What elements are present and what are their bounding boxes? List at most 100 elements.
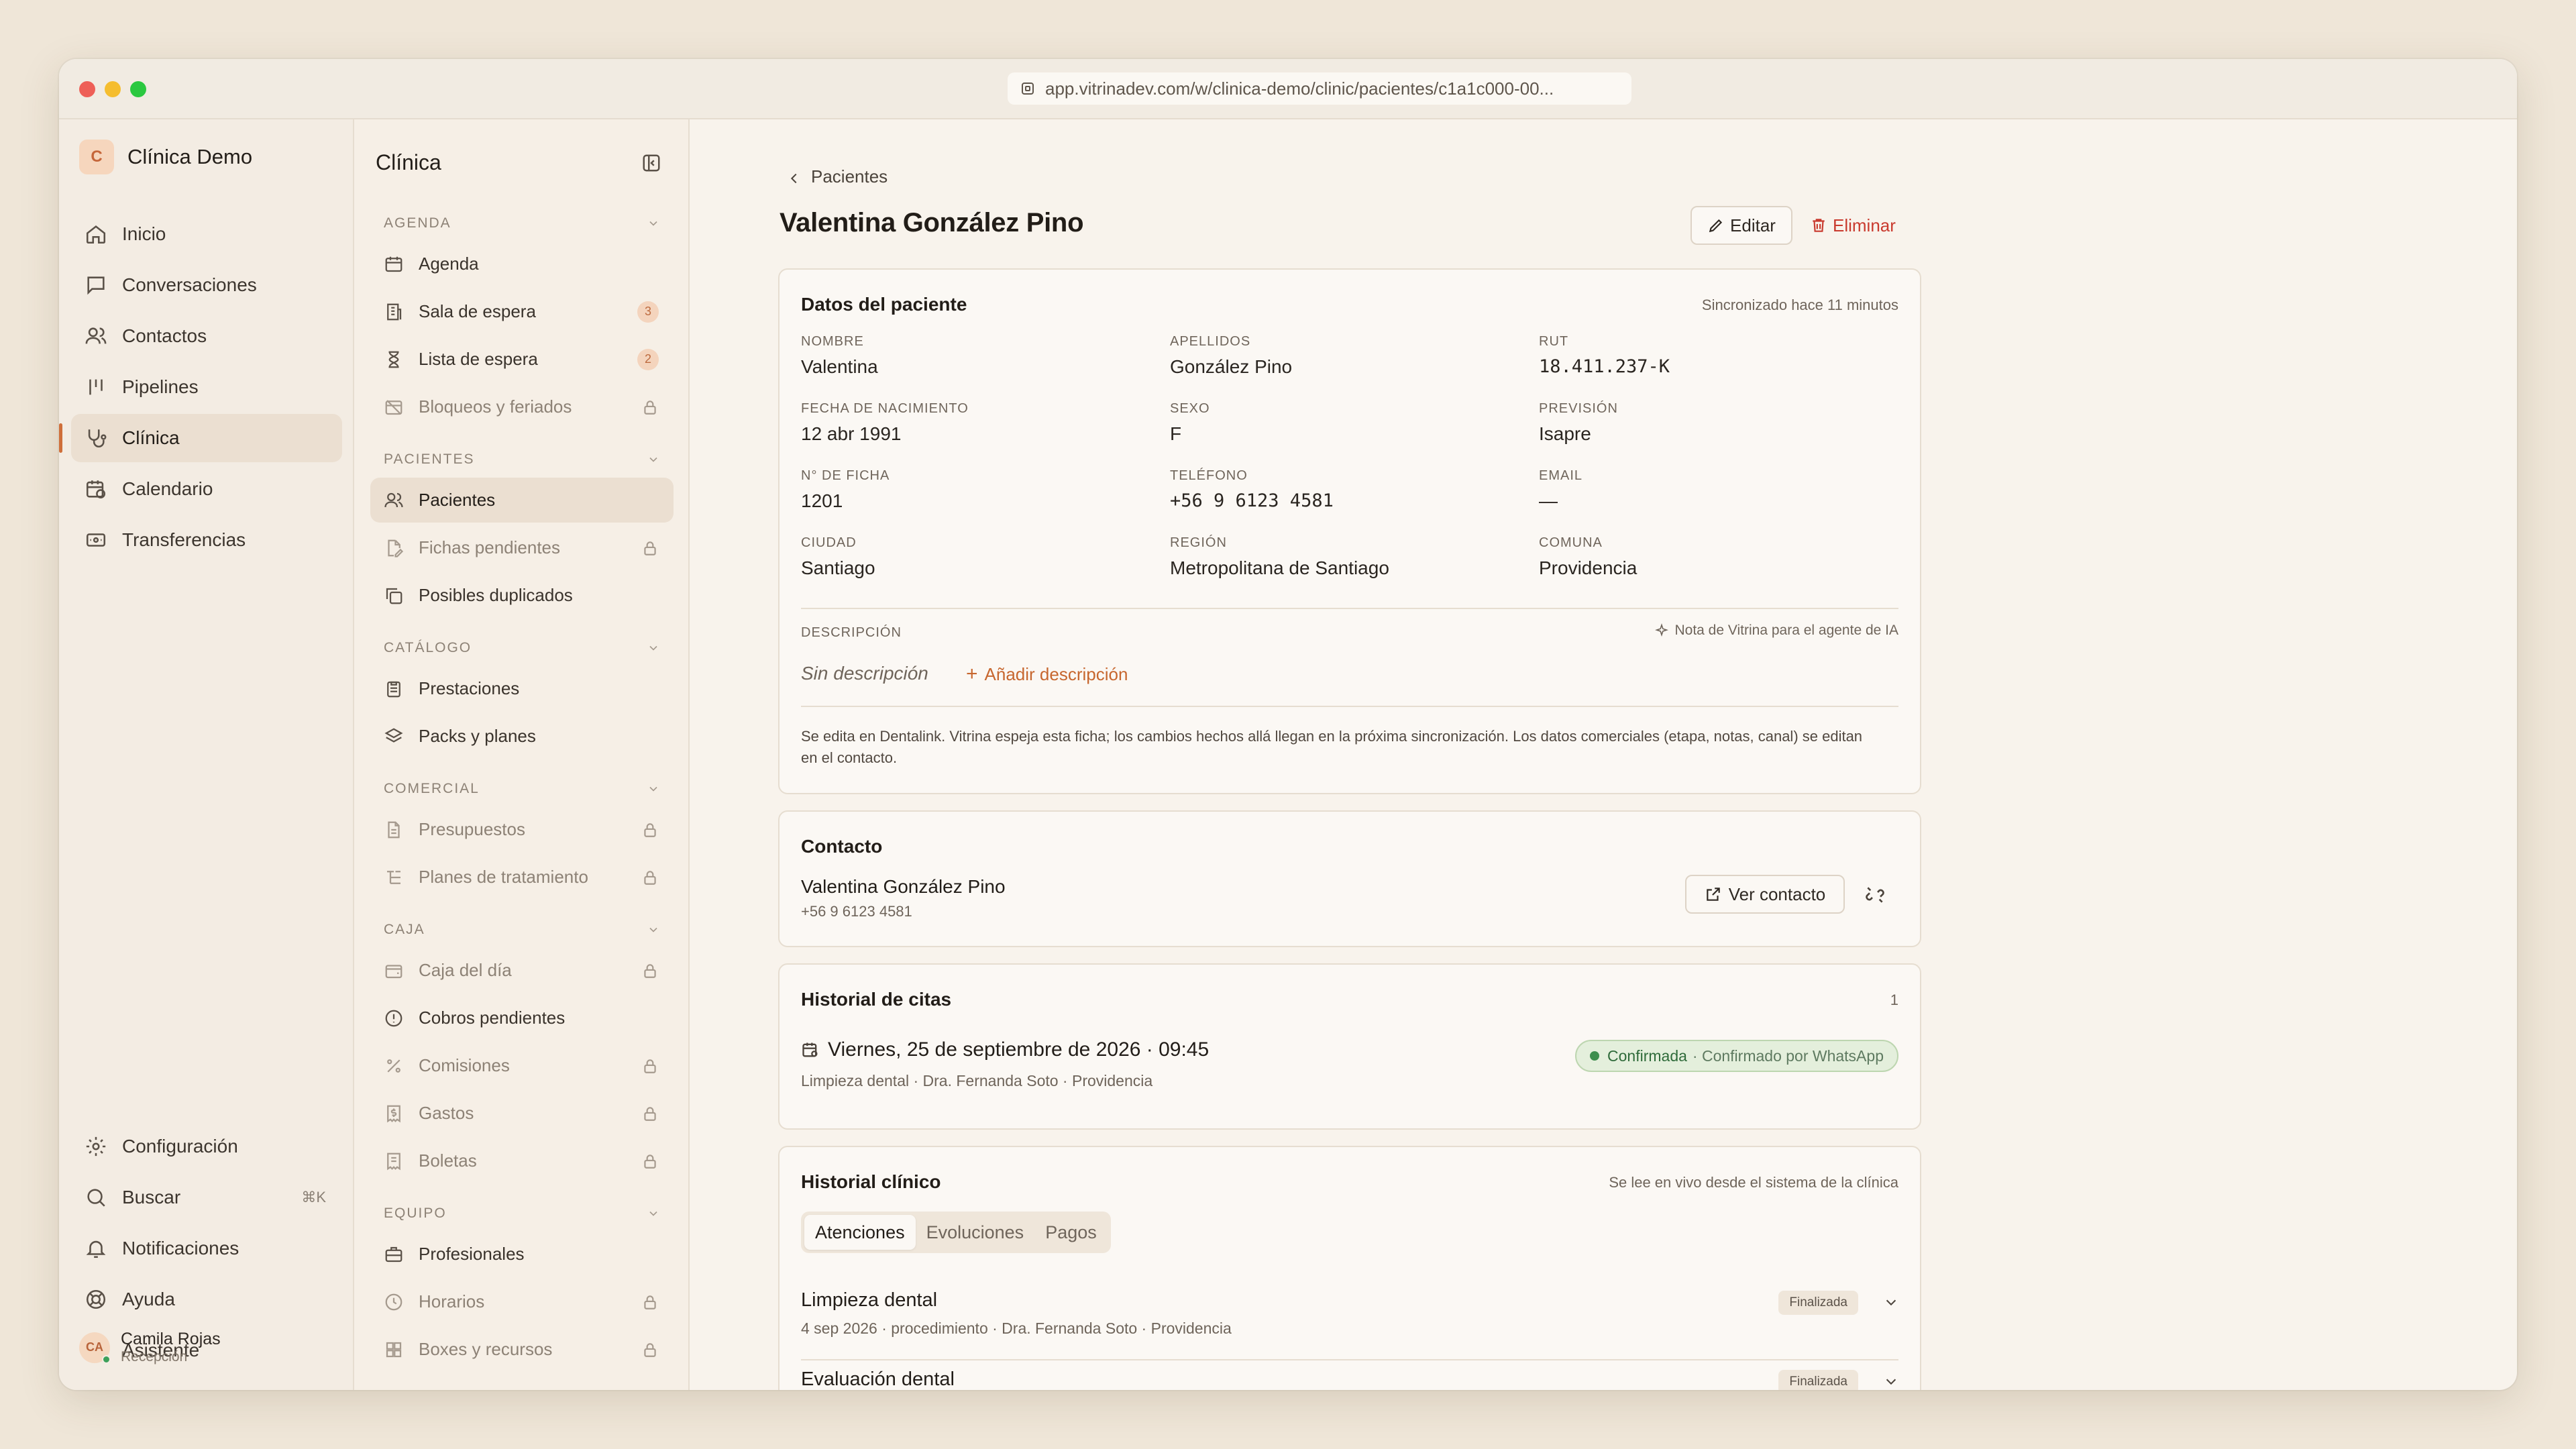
chevron-down-icon[interactable]: [1884, 1374, 1898, 1389]
section-header-catálogo[interactable]: CATÁLOGO: [370, 630, 674, 666]
nav-item-calendario[interactable]: Calendario: [71, 465, 342, 513]
breadcrumb[interactable]: Pacientes: [787, 166, 888, 187]
chevron-down-icon: [647, 1207, 660, 1220]
section-header-comercial[interactable]: COMERCIAL: [370, 771, 674, 807]
building-icon: [384, 302, 404, 322]
field-value: 18.411.237-K: [1539, 356, 1670, 377]
sidebar-item[interactable]: Planes de tratamiento: [370, 855, 674, 900]
sidebar-item[interactable]: Presupuestos: [370, 807, 674, 852]
document-icon: [384, 820, 404, 840]
history-item[interactable]: Evaluación dental Finalizada: [801, 1368, 1898, 1390]
sidebar-item-label: Horarios: [419, 1291, 485, 1311]
sidebar-item-label: Lista de espera: [419, 349, 538, 369]
section-label: EQUIPO: [384, 1205, 447, 1221]
nav-item-notificaciones[interactable]: Notificaciones: [71, 1224, 342, 1273]
chat-icon: [85, 274, 107, 297]
bell-icon: [85, 1237, 107, 1260]
section-header-pacientes[interactable]: PACIENTES: [370, 441, 674, 478]
sidebar-item[interactable]: Lista de espera 2: [370, 337, 674, 382]
sidebar-item[interactable]: Gastos: [370, 1091, 674, 1136]
sidebar-item[interactable]: Agenda: [370, 241, 674, 286]
view-contact-button[interactable]: Ver contacto: [1685, 875, 1845, 914]
sidebar-item[interactable]: Boxes y recursos: [370, 1327, 674, 1372]
chevron-left-icon: [787, 170, 802, 184]
url-bar[interactable]: app.vitrinadev.com/w/clinica-demo/clinic…: [1008, 72, 1631, 105]
sidebar-item[interactable]: Cobros pendientes: [370, 996, 674, 1040]
field-label: N° DE FICHA: [801, 468, 890, 483]
tab-atenciones[interactable]: Atenciones: [804, 1215, 916, 1250]
divider: [801, 706, 1898, 707]
contact-card: Contacto Valentina González Pino +56 9 6…: [778, 810, 1921, 947]
nav-item-conversaciones[interactable]: Conversaciones: [71, 261, 342, 309]
tab-pagos[interactable]: Pagos: [1034, 1215, 1108, 1250]
nav-item-transferencias[interactable]: Transferencias: [71, 516, 342, 564]
patient-field: SEXO F: [1170, 401, 1210, 445]
history-item[interactable]: Limpieza dental 4 sep 2026 · procedimien…: [801, 1289, 1898, 1338]
briefcase-icon: [384, 1244, 404, 1265]
main-content: Pacientes Valentina González Pino Editar…: [690, 119, 2517, 1390]
nav-item-clinica[interactable]: Clínica: [59, 414, 342, 462]
unlink-contact-icon[interactable]: [1864, 884, 1886, 906]
collapse-sidebar-icon[interactable]: [641, 153, 661, 173]
sidebar-item[interactable]: Comisiones: [370, 1043, 674, 1088]
sidebar-item[interactable]: Boletas: [370, 1138, 674, 1183]
appointments-count: 1: [1890, 991, 1898, 1008]
chevron-down-icon: [647, 923, 660, 936]
sidebar-item[interactable]: Posibles duplicados: [370, 573, 674, 618]
clipboard-icon: [384, 679, 404, 699]
delete-button[interactable]: Eliminar: [1810, 206, 1909, 245]
sidebar-item-label: Boxes y recursos: [419, 1339, 553, 1359]
chevron-down-icon[interactable]: [1884, 1295, 1898, 1309]
workspace-switcher[interactable]: C Clínica Demo: [79, 140, 252, 174]
history-tabs: Atenciones Evoluciones Pagos: [801, 1212, 1111, 1253]
sidebar-item[interactable]: Profesionales: [370, 1232, 674, 1277]
minimize-window-button[interactable]: [105, 81, 121, 97]
sidebar-item-label: Caja del día: [419, 960, 512, 980]
add-description-button[interactable]: + Añadir descripción: [966, 663, 1128, 686]
section-header-agenda[interactable]: AGENDA: [370, 205, 674, 241]
users-icon: [384, 490, 404, 511]
sidebar-item-label: Agenda: [419, 254, 479, 274]
sidebar-item[interactable]: Horarios: [370, 1279, 674, 1324]
lock-icon: [641, 1293, 659, 1311]
receipt-icon: [384, 1151, 404, 1171]
section-header-caja[interactable]: CAJA: [370, 912, 674, 948]
count-badge: 3: [637, 301, 659, 323]
field-value: Santiago: [801, 557, 875, 578]
nav-item-configuracion[interactable]: Configuración: [71, 1122, 342, 1171]
nav-label: Transferencias: [122, 529, 246, 550]
sidebar-item[interactable]: Pacientes: [370, 478, 674, 523]
field-value: Valentina: [801, 356, 878, 377]
nav-item-inicio[interactable]: Inicio: [71, 210, 342, 258]
lock-icon: [641, 869, 659, 886]
clinic-sidebar: Clínica AGENDA Agenda Sala de espera 3 Lista…: [354, 119, 690, 1390]
calendar-icon: [801, 1040, 820, 1059]
close-window-button[interactable]: [79, 81, 95, 97]
sidebar-item[interactable]: Bloqueos y feriados: [370, 384, 674, 429]
patient-field: REGIÓN Metropolitana de Santiago: [1170, 535, 1389, 579]
clinical-history-card: Historial clínico Se lee en vivo desde e…: [778, 1146, 1921, 1390]
field-label: COMUNA: [1539, 535, 1603, 550]
tab-evoluciones[interactable]: Evoluciones: [916, 1215, 1035, 1250]
maximize-window-button[interactable]: [130, 81, 146, 97]
section-header-equipo[interactable]: EQUIPO: [370, 1195, 674, 1232]
sidebar-item[interactable]: Prestaciones: [370, 666, 674, 711]
breadcrumb-label: Pacientes: [811, 166, 888, 186]
nav-label: Configuración: [122, 1136, 238, 1157]
nav-item-ayuda[interactable]: Ayuda: [71, 1275, 342, 1324]
edit-button[interactable]: Editar: [1690, 206, 1792, 245]
history-item-detail: 4 sep 2026 · procedimiento · Dra. Fernan…: [801, 1320, 1232, 1337]
sidebar-item[interactable]: Sala de espera 3: [370, 289, 674, 334]
sidebar-item[interactable]: Packs y planes: [370, 714, 674, 759]
nav-item-pipelines[interactable]: Pipelines: [71, 363, 342, 411]
sidebar-item[interactable]: Fichas pendientes: [370, 525, 674, 570]
nav-item-contactos[interactable]: Contactos: [71, 312, 342, 360]
description-field: DESCRIPCIÓN: [801, 625, 902, 641]
sidebar-item[interactable]: Caja del día: [370, 948, 674, 993]
appointment-date[interactable]: Viernes, 25 de septiembre de 2026 · 09:4…: [801, 1038, 1209, 1061]
user-menu[interactable]: CA Camila Rojas Recepción: [79, 1330, 221, 1365]
calendar-off-icon: [384, 397, 404, 417]
field-value: +56 9 6123 4581: [1170, 490, 1334, 511]
search-icon: [85, 1186, 107, 1209]
nav-item-buscar[interactable]: Buscar ⌘K: [71, 1173, 342, 1222]
